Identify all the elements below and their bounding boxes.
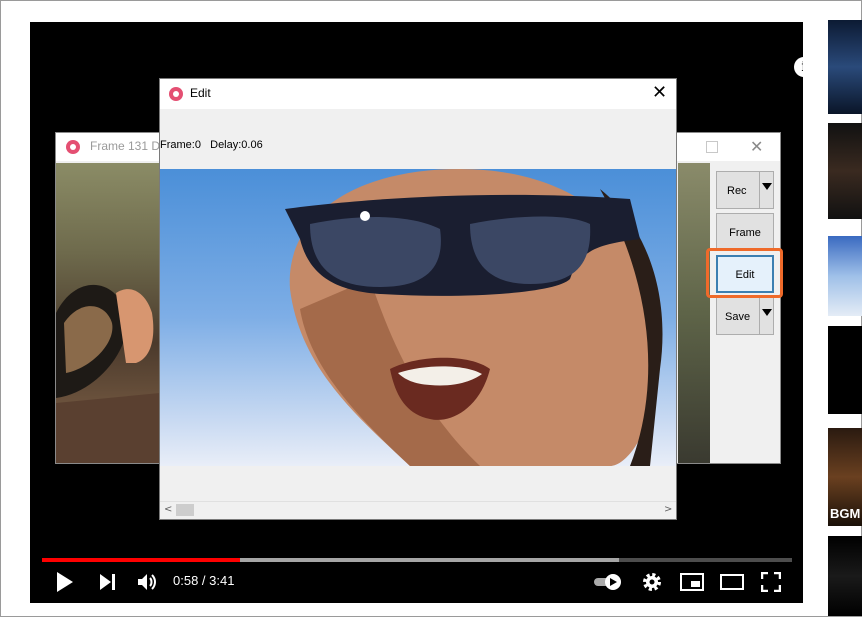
related-videos-strip: BGM	[828, 20, 862, 616]
next-icon[interactable]	[98, 573, 118, 591]
app-icon	[169, 87, 183, 101]
frame-preview	[160, 169, 676, 466]
rec-button[interactable]: Rec	[716, 171, 774, 209]
chevron-down-icon[interactable]	[759, 172, 773, 208]
thumbnail[interactable]	[828, 326, 862, 414]
capture-preview-right	[678, 163, 710, 463]
edit-dialog: Edit ✕ Frame:0 Delay:0.06 < >	[159, 78, 677, 520]
edit-titlebar[interactable]: Edit ✕	[160, 79, 676, 109]
edit-button-highlight	[706, 248, 783, 298]
play-icon[interactable]	[55, 571, 75, 593]
thumbnail[interactable]	[828, 536, 862, 616]
progress-played	[42, 558, 240, 562]
capture-preview-left	[56, 163, 160, 463]
frame-info: Frame:0 Delay:0.06	[160, 139, 263, 151]
thumbnail-label: BGM	[830, 506, 861, 521]
close-icon[interactable]: ✕	[652, 82, 667, 103]
rec-button-label: Rec	[727, 185, 747, 197]
thumbnail[interactable]	[828, 123, 862, 219]
miniplayer-icon[interactable]	[680, 573, 704, 591]
time-display: 0:58 / 3:41	[173, 573, 235, 588]
settings-gear-icon[interactable]	[641, 571, 663, 593]
scrollbar-thumb[interactable]	[176, 504, 194, 516]
volume-icon[interactable]	[135, 570, 159, 594]
save-button-label: Save	[725, 311, 751, 323]
recorder-title: Frame 131 D	[90, 139, 161, 153]
maximize-icon[interactable]	[706, 141, 718, 153]
info-icon[interactable]: i	[794, 57, 803, 77]
thumbnail[interactable]: BGM	[828, 428, 862, 526]
save-button[interactable]: Save	[716, 297, 774, 335]
close-icon[interactable]: ✕	[750, 137, 763, 156]
frame-button[interactable]: Frame	[716, 213, 774, 251]
edit-title: Edit	[190, 86, 211, 100]
theater-mode-icon[interactable]	[720, 573, 744, 591]
thumbnail[interactable]	[828, 236, 862, 316]
fullscreen-icon[interactable]	[761, 572, 781, 592]
scroll-right-icon[interactable]: >	[664, 504, 672, 515]
horizontal-scrollbar[interactable]: < >	[160, 501, 676, 518]
autoplay-toggle-icon[interactable]	[593, 573, 625, 591]
app-icon	[66, 140, 80, 154]
chevron-down-icon[interactable]	[759, 298, 773, 334]
thumbnail[interactable]	[828, 20, 862, 114]
scroll-left-icon[interactable]: <	[164, 504, 172, 515]
frame-button-label: Frame	[729, 227, 761, 239]
progress-bar[interactable]	[42, 558, 792, 562]
